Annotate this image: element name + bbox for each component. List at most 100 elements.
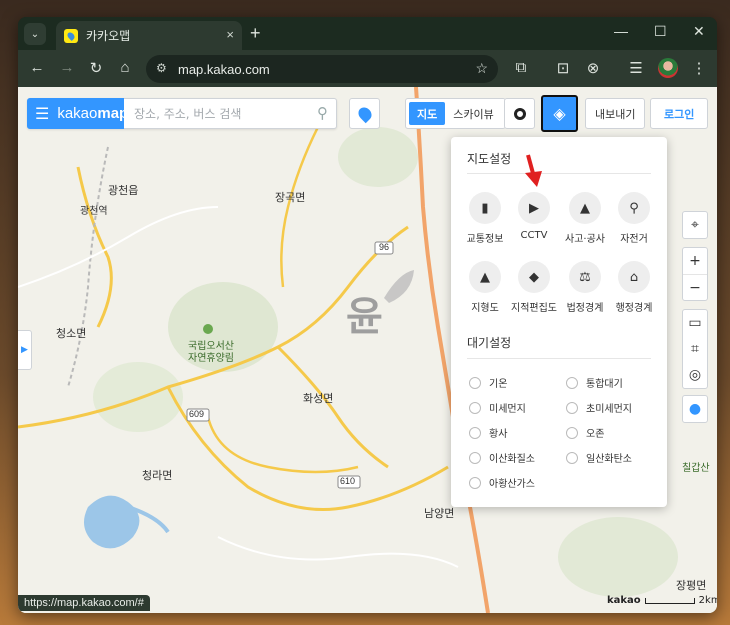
export-button[interactable]: 내보내기	[585, 98, 646, 129]
search-input[interactable]	[124, 106, 304, 121]
radio-ozone[interactable]: 오존	[566, 425, 604, 440]
radio-circle[interactable]	[566, 401, 578, 414]
radio-label: 미세먼지	[489, 404, 526, 415]
traffic-light-icon: ▮	[469, 192, 501, 224]
radio-circle[interactable]	[469, 451, 481, 464]
radio-circle[interactable]	[566, 451, 578, 464]
ruler-icon[interactable]: ▭	[683, 310, 707, 336]
layer-traffic[interactable]: ▮ 교통정보	[460, 192, 510, 245]
radio-label: 기온	[489, 379, 508, 390]
radio-circle[interactable]	[469, 476, 481, 489]
tab-map[interactable]: 지도	[409, 102, 446, 125]
radio-so2[interactable]: 아황산가스	[469, 475, 535, 490]
minimize-button[interactable]: —	[614, 23, 628, 39]
radio-co[interactable]: 일산화탄소	[566, 450, 632, 465]
hamburger-menu-icon[interactable]: ☰	[35, 104, 49, 124]
layer-settings-panel: 지도설정 ▮ 교통정보 ▶ CCTV ▲ 사고·공사 ⚲ 자전거 ▲ 지형도 ◆…	[451, 137, 667, 507]
browser-tab[interactable]: 카카오맵 ×	[56, 21, 242, 50]
area-measure-icon[interactable]: ⌗	[683, 336, 707, 362]
layer-terrain[interactable]: ▲ 지형도	[460, 261, 510, 314]
kakao-brand: kakao	[607, 595, 641, 606]
back-icon[interactable]: ←	[28, 59, 46, 76]
radio-circle[interactable]	[469, 376, 481, 389]
close-window-button[interactable]: ✕	[693, 23, 705, 40]
sidebar-expand-handle[interactable]: ▶	[18, 330, 32, 370]
scale-distance: 2km	[698, 595, 717, 606]
maximize-button[interactable]: ☐	[654, 23, 667, 40]
current-location-control[interactable]: ⌖	[682, 211, 708, 239]
zoom-out-button[interactable]: −	[683, 274, 707, 300]
bookmark-star-icon[interactable]: ☆	[475, 60, 488, 77]
search-icon[interactable]: ⚲	[317, 104, 328, 122]
site-info-icon[interactable]: ⚙	[156, 61, 167, 75]
radio-circle[interactable]	[469, 401, 481, 414]
radio-temperature[interactable]: 기온	[469, 375, 507, 390]
divider	[467, 173, 651, 174]
reload-icon[interactable]: ↻	[87, 59, 105, 77]
roadview-button[interactable]	[504, 98, 535, 129]
layer-legal-boundary[interactable]: ⚖ 법정경계	[560, 261, 610, 314]
layer-label: 지적편집도	[511, 303, 557, 314]
layers-icon: ◈	[553, 104, 566, 123]
radio-circle[interactable]	[566, 376, 578, 389]
crosshair-icon[interactable]: ⌖	[683, 212, 707, 238]
radio-fine-dust[interactable]: 미세먼지	[469, 400, 526, 415]
radio-label: 일산화탄소	[586, 454, 632, 465]
more-menu-icon[interactable]: ⋮	[690, 59, 708, 77]
tools-control: ▭ ⌗ ◎	[682, 309, 708, 389]
map-scale: kakao 2km	[607, 595, 717, 606]
layer-admin-boundary[interactable]: ⌂ 행정경계	[609, 261, 659, 314]
layer-bicycle[interactable]: ⚲ 자전거	[609, 192, 659, 245]
radio-yellow-dust[interactable]: 황사	[469, 425, 507, 440]
layer-cctv[interactable]: ▶ CCTV	[509, 192, 559, 241]
radio-label: 오존	[586, 429, 605, 440]
close-tab-icon[interactable]: ×	[226, 27, 234, 42]
roadview-icon	[513, 107, 526, 120]
forward-icon[interactable]: →	[58, 59, 76, 76]
layers-button[interactable]: ◈	[541, 95, 578, 132]
radio-label: 황사	[489, 429, 508, 440]
chevron-down-icon: ⌄	[30, 28, 40, 40]
zoom-in-button[interactable]: +	[683, 248, 707, 274]
tab-search-button[interactable]: ⌄	[24, 23, 46, 45]
map-label-hwaseong-myeon: 화성면	[303, 393, 334, 405]
menu-logo-button[interactable]: ☰ kakao map	[27, 98, 128, 129]
search-box: ☰ kakaomap ⚲	[27, 98, 337, 129]
home-icon[interactable]: ⌂	[116, 59, 134, 76]
layer-cadastral[interactable]: ◆ 지적편집도	[509, 261, 559, 314]
extensions-icon[interactable]: ⧉	[512, 59, 530, 76]
layer-accident[interactable]: ▲ 사고·공사	[560, 192, 610, 245]
radio-label: 초미세먼지	[586, 404, 632, 415]
radio-no2[interactable]: 이산화질소	[469, 450, 535, 465]
radio-ultrafine-dust[interactable]: 초미세먼지	[566, 400, 632, 415]
layer-label: 행정경계	[615, 303, 653, 314]
radio-integrated-air[interactable]: 통합대기	[566, 375, 623, 390]
address-url: map.kakao.com	[178, 61, 270, 77]
new-tab-button[interactable]: +	[250, 23, 261, 44]
layer-label: 법정경계	[566, 303, 604, 314]
radio-circle[interactable]	[469, 426, 481, 439]
radio-circle[interactable]	[566, 426, 578, 439]
layer-label: 교통정보	[466, 234, 504, 245]
tab-title: 카카오맵	[86, 29, 131, 43]
my-places-button[interactable]	[349, 98, 380, 129]
tab-skyview[interactable]: 스카이뷰	[445, 102, 501, 125]
cctv-icon: ▶	[518, 192, 550, 224]
radio-label: 이산화질소	[489, 454, 535, 465]
map-label-gwangcheon-eup: 광천읍	[108, 185, 139, 197]
compass-icon[interactable]: ◎	[683, 362, 707, 388]
layer-label: 자전거	[620, 234, 648, 245]
login-button[interactable]: 로그인	[650, 98, 709, 129]
reading-list-icon[interactable]: ☰	[627, 59, 645, 77]
add-place-pin-icon[interactable]: ●	[683, 396, 707, 422]
profile-avatar[interactable]	[658, 58, 678, 78]
air-settings-title: 대기설정	[467, 336, 512, 350]
address-bar[interactable]: ⚙ map.kakao.com ☆	[146, 55, 498, 83]
screenshot-icon[interactable]: ⊡	[554, 59, 572, 77]
scale-icon: ⚖	[569, 261, 601, 293]
map-label-cheongna-myeon: 청라면	[142, 470, 173, 482]
scale-bar	[644, 597, 695, 604]
incognito-icon[interactable]: ⊗	[584, 59, 602, 77]
place-marker-control[interactable]: ●	[682, 395, 708, 423]
map-viewport[interactable]: 96 609 610 광천읍 광천역 장곡면 청소면 국립오서산 자연휴양림 화…	[18, 87, 717, 613]
